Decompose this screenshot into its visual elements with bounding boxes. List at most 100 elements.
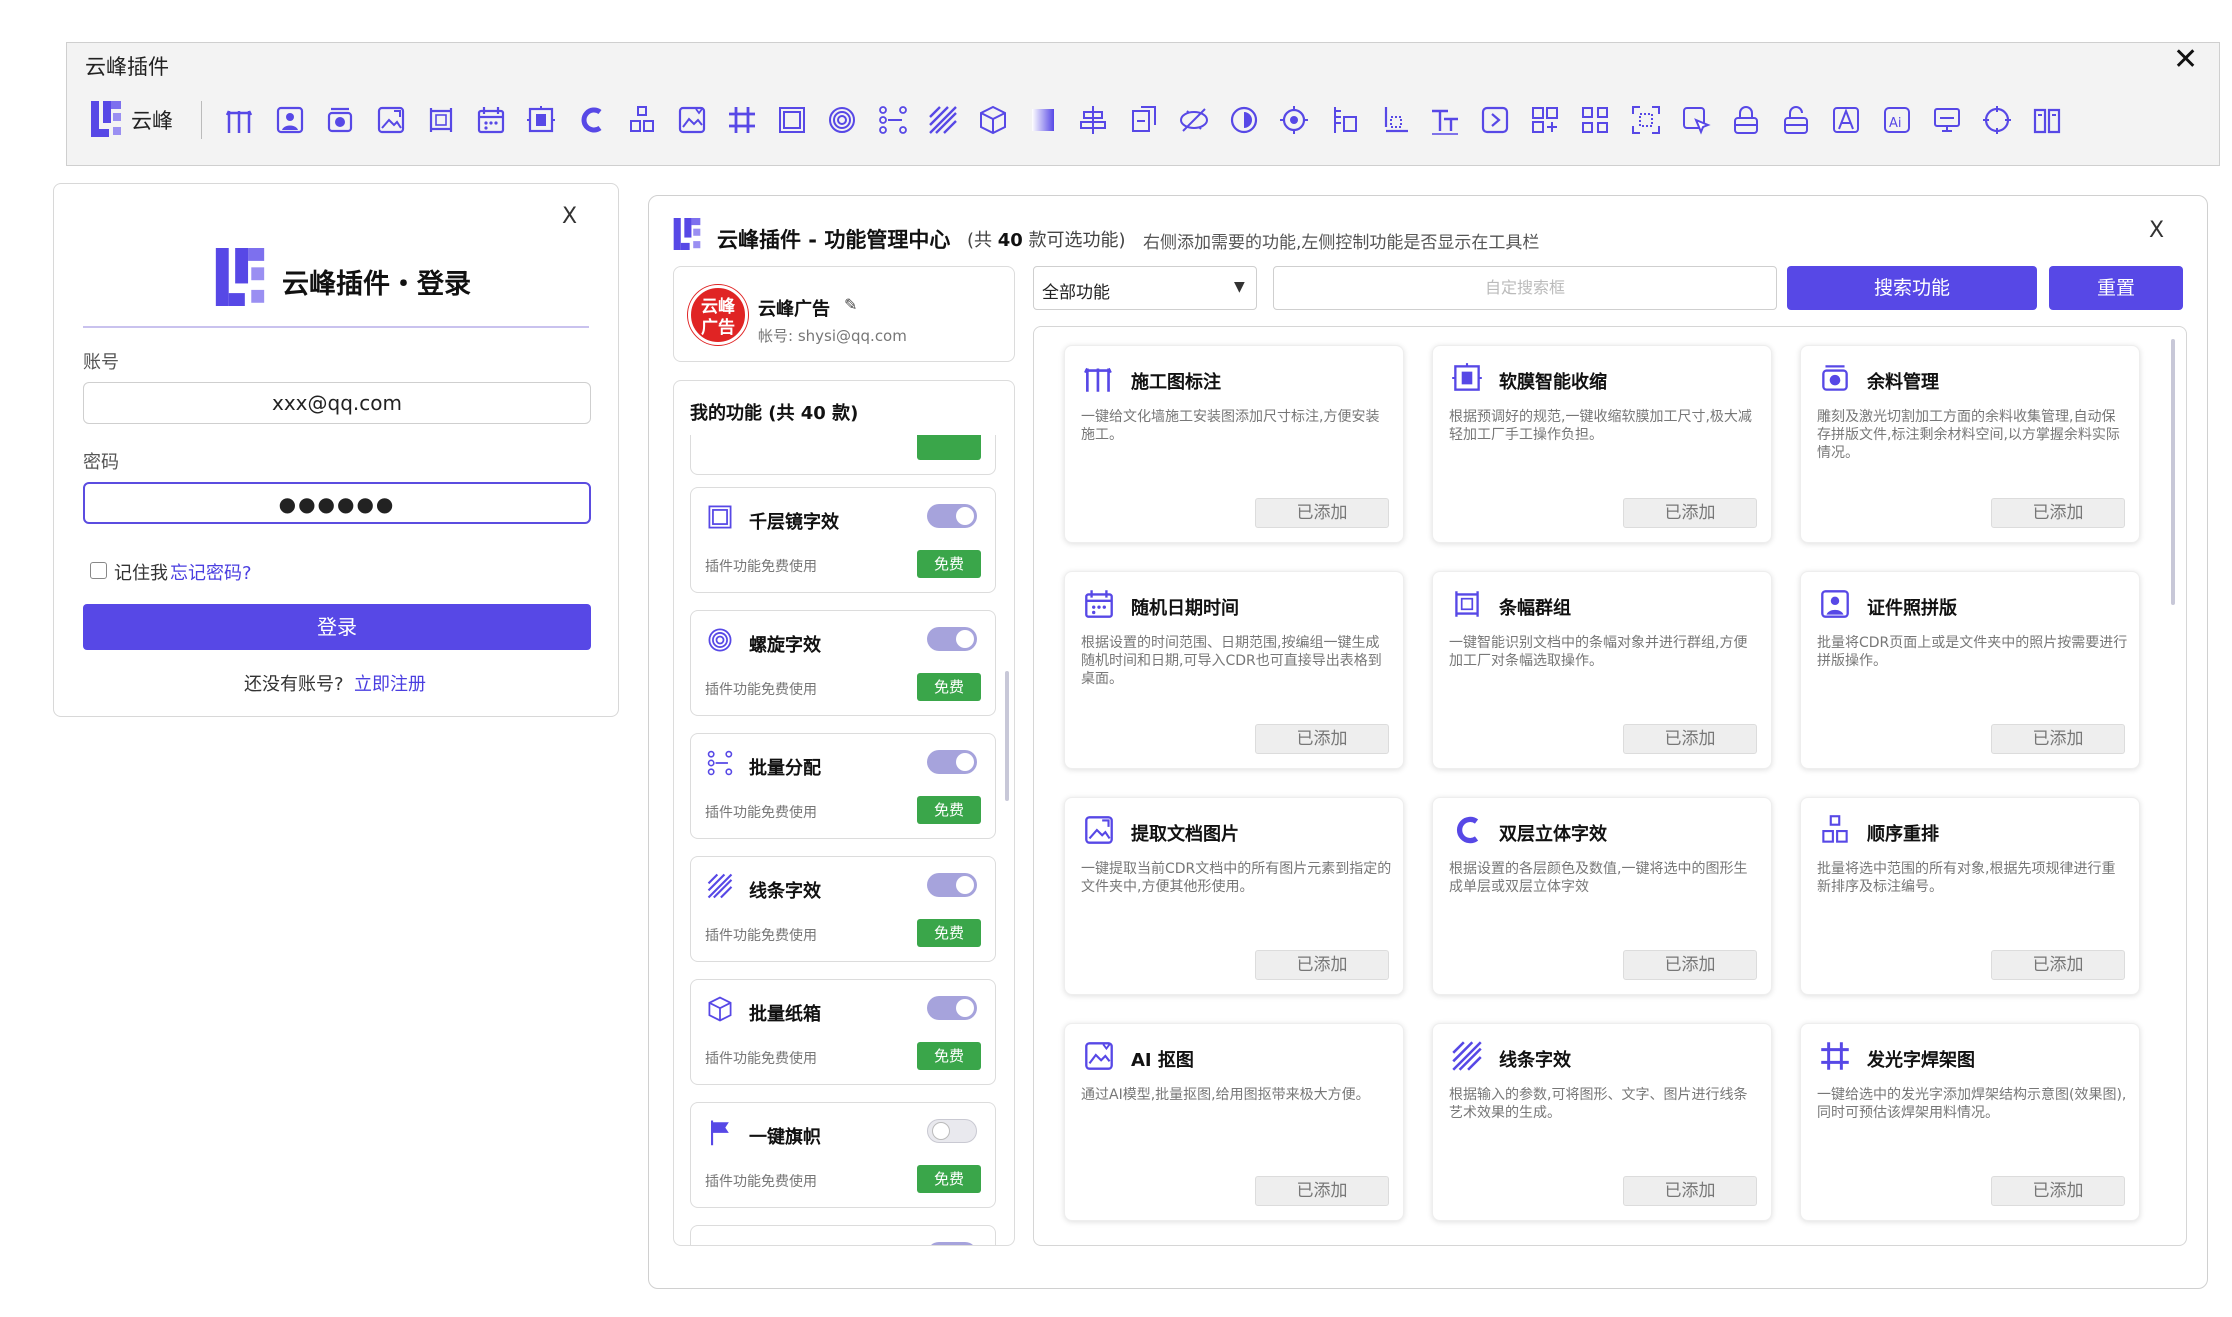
toolbar-button-monitor[interactable] <box>1928 101 1966 139</box>
banner-group-icon <box>429 108 452 132</box>
function-item[interactable]: 千层镜字效 插件功能免费使用 免费 <box>690 487 996 593</box>
added-button[interactable]: 已添加 <box>1991 950 2125 980</box>
toolbar-button-font-a[interactable] <box>1827 101 1865 139</box>
toolbar-button-double-layer-c[interactable] <box>572 101 610 139</box>
visibility-toggle[interactable] <box>927 996 977 1020</box>
toolbar-button-column[interactable] <box>1325 101 1363 139</box>
function-item-desc: 插件功能免费使用 <box>705 1051 817 1067</box>
manager-close-button[interactable]: X <box>2149 218 2164 243</box>
toolbar-button-ai-cutout[interactable] <box>673 101 711 139</box>
card-desc: 一键给文化墙施工安装图添加尺寸标注,方便安装施工。 <box>1081 409 1380 443</box>
login-close-button[interactable]: X <box>562 204 577 229</box>
my-functions-title: 我的功能 (共 40 款) <box>690 403 859 424</box>
password-label: 密码 <box>83 452 119 473</box>
function-item[interactable]: 一键旗帜 插件功能免费使用 免费 <box>690 1102 996 1208</box>
toolbar-button-calendar[interactable] <box>472 101 510 139</box>
banner-group-icon <box>1455 591 1479 617</box>
reset-button[interactable]: 重置 <box>2049 266 2183 310</box>
added-button[interactable]: 已添加 <box>1623 1176 1757 1206</box>
toolbar-button-grid[interactable] <box>1576 101 1614 139</box>
login-button[interactable]: 登录 <box>83 604 591 650</box>
toolbar-button-photo-frame[interactable] <box>271 101 309 139</box>
added-button[interactable]: 已添加 <box>1623 724 1757 754</box>
dot-icon <box>705 1240 735 1245</box>
grid-scrollbar[interactable] <box>2171 339 2175 605</box>
visibility-toggle[interactable] <box>927 504 977 528</box>
function-item-name: 千层镜字效 <box>749 512 839 533</box>
added-button[interactable]: 已添加 <box>1623 498 1757 528</box>
function-manager-panel: 云峰插件 - 功能管理中心 (共 40 款可选功能) 右侧添加需要的功能,左侧控… <box>648 195 2208 1289</box>
toolbar-button-leftover[interactable] <box>321 101 359 139</box>
toolbar-button-scan[interactable] <box>1627 101 1665 139</box>
visibility-toggle[interactable] <box>927 1119 977 1143</box>
toolbar-button-text-tr[interactable] <box>1426 101 1464 139</box>
card-desc: 批量将CDR页面上或是文件夹中的照片按需要进行拼版操作。 <box>1817 635 2128 669</box>
toolbar-button-clip[interactable] <box>1125 101 1163 139</box>
remember-checkbox[interactable] <box>90 562 107 579</box>
toolbar-button-circle[interactable] <box>1225 101 1263 139</box>
toolbar-button-spiral[interactable] <box>823 101 861 139</box>
toolbar-button-target[interactable] <box>1275 101 1313 139</box>
toolbar-button-reorder[interactable] <box>623 101 661 139</box>
toolbar-button-book[interactable] <box>2028 101 2066 139</box>
toolbar-button-box[interactable] <box>974 101 1012 139</box>
toolbar-button-extract-image[interactable] <box>372 101 410 139</box>
added-button[interactable]: 已添加 <box>1255 724 1389 754</box>
register-link[interactable]: 立即注册 <box>354 670 426 696</box>
toolbar-button-dimension[interactable] <box>221 101 259 139</box>
function-item[interactable]: 批量分配 插件功能免费使用 免费 <box>690 733 996 839</box>
toolbar-button-select[interactable] <box>1677 101 1715 139</box>
function-item[interactable]: 点阵互换 <box>690 1225 996 1245</box>
added-button[interactable]: 已添加 <box>1623 950 1757 980</box>
toggle-knob <box>932 1122 950 1140</box>
function-item[interactable]: 线条字效 插件功能免费使用 免费 <box>690 856 996 962</box>
account-input[interactable]: xxx@qq.com <box>83 382 591 424</box>
category-select[interactable]: 全部功能 ▼ <box>1033 266 1257 310</box>
forgot-password-link[interactable]: 忘记密码? <box>170 559 252 585</box>
visibility-toggle[interactable] <box>927 873 977 897</box>
added-button[interactable]: 已添加 <box>1255 498 1389 528</box>
toolbar-button-line-text[interactable] <box>924 101 962 139</box>
search-button[interactable]: 搜索功能 <box>1787 266 2037 310</box>
toolbar-button-gradient[interactable] <box>1024 101 1062 139</box>
toolbar-button-play[interactable] <box>1476 101 1514 139</box>
added-button[interactable]: 已添加 <box>1991 1176 2125 1206</box>
visibility-toggle[interactable] <box>927 627 977 651</box>
toolbar-button-lock[interactable] <box>1727 101 1765 139</box>
function-item-name: 线条字效 <box>749 881 821 902</box>
added-button[interactable]: 已添加 <box>1255 1176 1389 1206</box>
toolbar-button-distribute[interactable] <box>874 101 912 139</box>
toolbar-button-circle-hex[interactable] <box>1978 101 2016 139</box>
toolbar-button-ai-text[interactable]: Ai <box>1878 101 1916 139</box>
function-item[interactable]: 螺旋字效 插件功能免费使用 免费 <box>690 610 996 716</box>
edit-pencil-icon[interactable]: ✎ <box>844 295 857 314</box>
toolbar-close-button[interactable]: ✕ <box>2173 45 2198 75</box>
toolbar-button-align[interactable] <box>1074 101 1112 139</box>
toolbar-button-banner-group[interactable] <box>422 101 460 139</box>
layout-icon <box>1532 107 1559 133</box>
added-button[interactable]: 已添加 <box>1991 724 2125 754</box>
toolbar-button-unlock[interactable] <box>1777 101 1815 139</box>
toolbar-button-glow-frame[interactable] <box>723 101 761 139</box>
layer-mirror-icon <box>708 505 732 529</box>
visibility-toggle[interactable] <box>927 750 977 774</box>
line-text-icon <box>705 871 735 901</box>
free-badge: 免费 <box>917 673 981 701</box>
box-icon <box>708 996 732 1022</box>
password-input[interactable]: ●●●●●● <box>83 482 591 524</box>
toolbar-button-shrink[interactable] <box>522 101 560 139</box>
my-functions-scrollbar[interactable] <box>1005 671 1009 801</box>
search-input[interactable]: 自定搜索框 <box>1273 266 1777 310</box>
added-button[interactable]: 已添加 <box>1991 498 2125 528</box>
dimension-icon <box>1081 360 1117 396</box>
toolbar-button-layout[interactable] <box>1526 101 1564 139</box>
clip-icon <box>1131 106 1156 132</box>
toolbar-button-effect[interactable] <box>1175 101 1213 139</box>
toolbar-button-baseline[interactable] <box>1376 101 1414 139</box>
added-button[interactable]: 已添加 <box>1255 950 1389 980</box>
ai-text-icon: Ai <box>1883 107 1910 133</box>
toolbar-button-layer-mirror[interactable] <box>773 101 811 139</box>
function-item[interactable]: 批量纸箱 插件功能免费使用 免费 <box>690 979 996 1085</box>
reorder-icon <box>1822 815 1848 843</box>
visibility-toggle[interactable] <box>927 1242 977 1245</box>
